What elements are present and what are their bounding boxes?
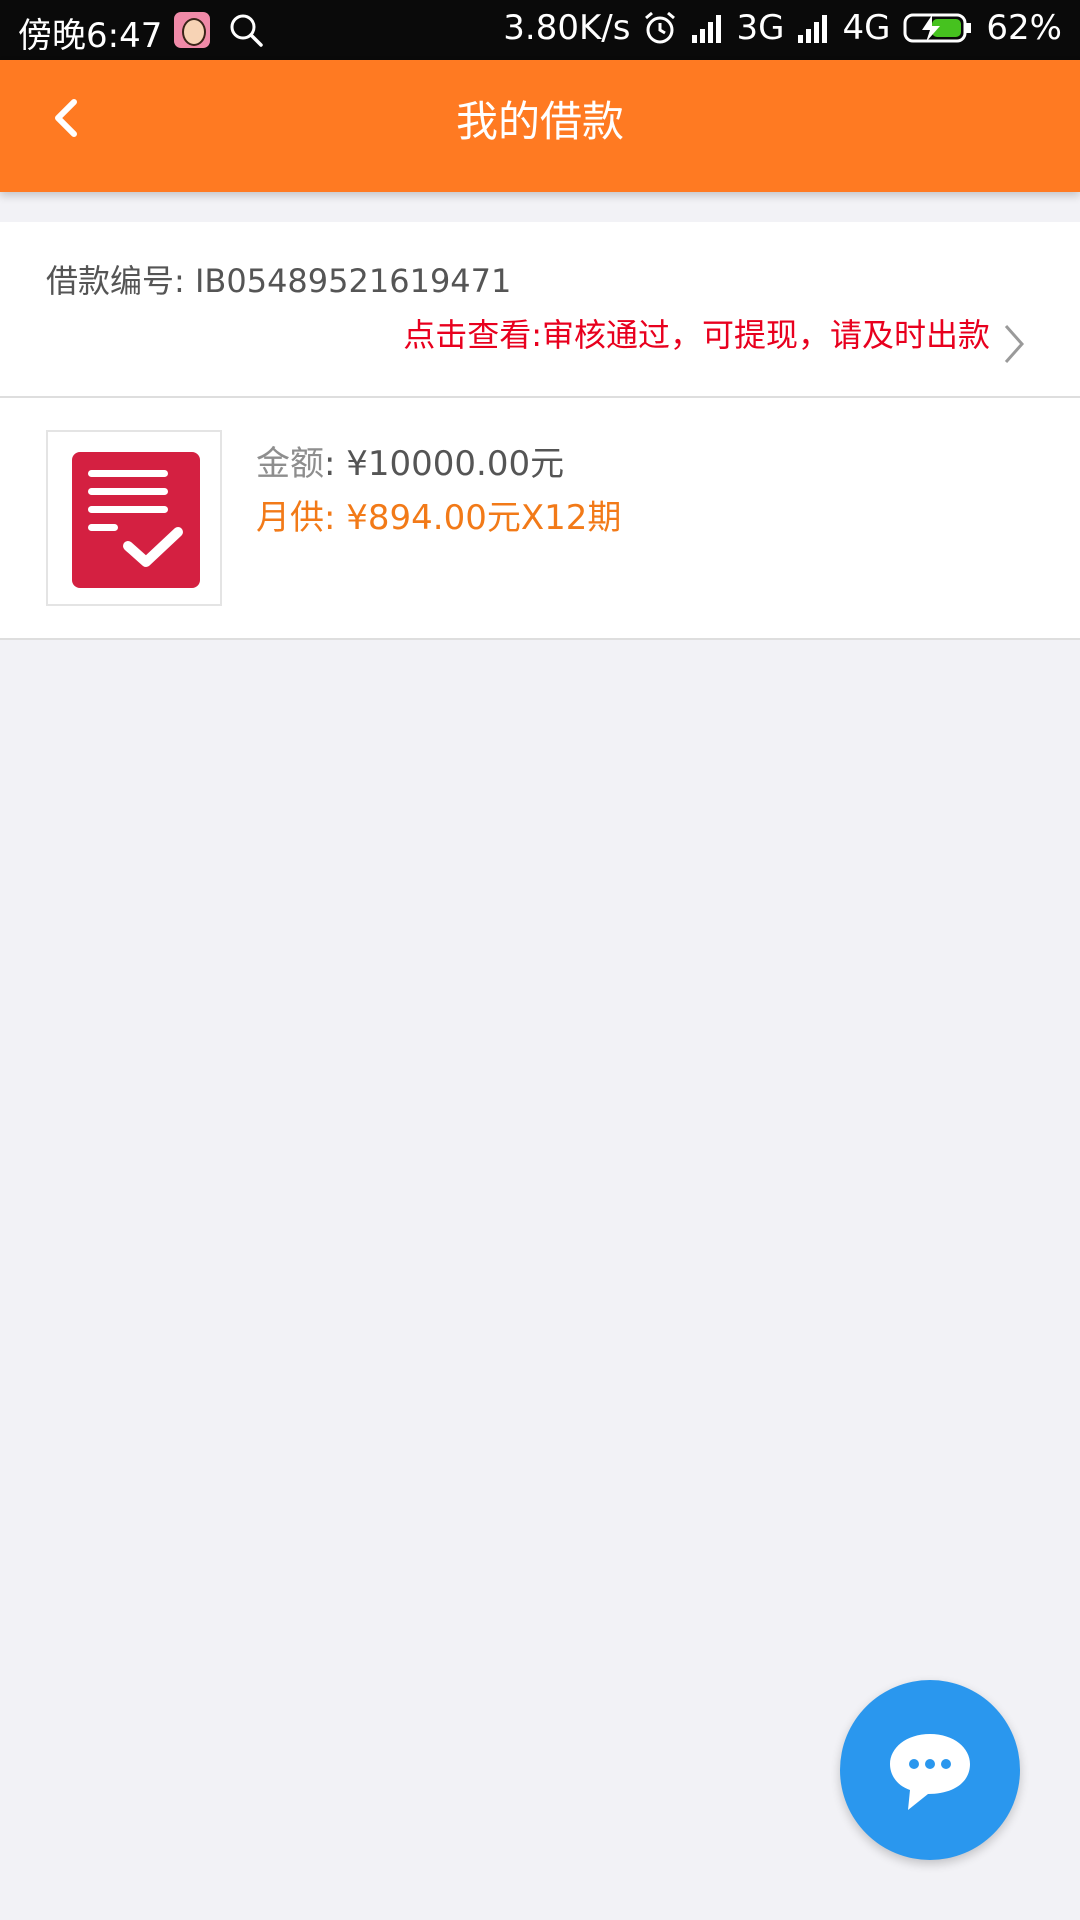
monthly-payment: 月供: ¥894.00元X12期	[256, 498, 622, 538]
loan-detail-row[interactable]: 金额: ¥10000.00元 月供: ¥894.00元X12期	[0, 398, 1080, 640]
status-bar: 傍晚6:47 3.80K/s 3G 4G 62%	[0, 0, 1080, 60]
status-time: 傍晚6:47	[18, 16, 163, 56]
loan-number: 借款编号: IB05489521619471	[46, 262, 512, 300]
loan-amount: 金额: ¥10000.00元	[256, 436, 564, 485]
network-type-3g: 3G	[736, 8, 785, 48]
loan-status-row[interactable]: 借款编号: IB05489521619471 点击查看:审核通过，可提现，请及时…	[0, 222, 1080, 398]
avatar-icon	[174, 12, 210, 48]
network-type-4g: 4G	[842, 8, 891, 48]
battery-percent: 62%	[986, 8, 1062, 48]
signal-icon	[692, 15, 722, 43]
net-speed: 3.80K/s	[503, 8, 631, 48]
search-icon	[230, 14, 263, 47]
chat-bubble-icon	[890, 1734, 970, 1810]
loan-status-link[interactable]: 点击查看:审核通过，可提现，请及时出款	[403, 310, 990, 356]
signal-icon	[798, 15, 828, 43]
loan-thumbnail	[46, 430, 222, 606]
alarm-icon	[645, 11, 676, 44]
chevron-right-icon	[1004, 325, 1025, 363]
amount-label: 金额	[256, 444, 324, 484]
amount-value: : ¥10000.00元	[324, 444, 565, 484]
chat-button[interactable]	[840, 1680, 1020, 1860]
app-bar: 我的借款	[0, 60, 1080, 192]
battery-charging-icon	[903, 13, 972, 43]
document-check-icon	[72, 452, 200, 588]
page-title: 我的借款	[455, 97, 624, 146]
